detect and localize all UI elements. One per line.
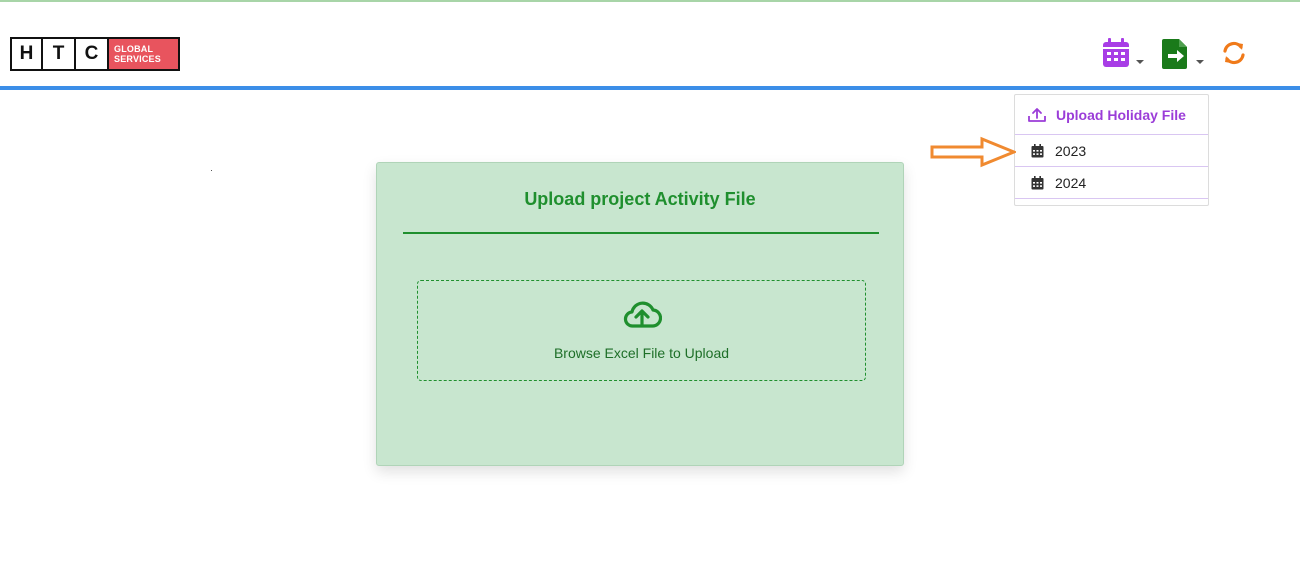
htc-logo[interactable]: H T C GLOBAL SERVICES (10, 37, 180, 71)
file-export-menu-button[interactable] (1160, 37, 1206, 69)
calendar-icon (1031, 175, 1044, 189)
file-export-icon (1162, 39, 1187, 69)
dropzone-label: Browse Excel File to Upload (553, 345, 730, 361)
navbar-rule (0, 86, 1300, 90)
chevron-down-icon (1196, 60, 1204, 64)
cloud-upload-icon (623, 301, 662, 328)
calendar-menu-button[interactable] (1100, 37, 1146, 69)
logo-brand-line2: SERVICES (114, 54, 161, 64)
holiday-year-item-2024[interactable]: 2024 (1015, 167, 1208, 199)
sync-icon (1223, 41, 1245, 65)
sync-button[interactable] (1220, 40, 1248, 66)
calendar-icon (1103, 38, 1129, 67)
logo-letter: T (43, 37, 76, 71)
card-title: Upload project Activity File (524, 189, 756, 209)
upload-holiday-file-label: Upload Holiday File (1056, 106, 1186, 123)
holiday-year-label: 2024 (1055, 174, 1087, 191)
holiday-dropdown-menu: Upload Holiday File 2023 2024 (1014, 94, 1209, 206)
arrow-right-icon (930, 136, 1016, 168)
logo-letter: C (76, 37, 109, 71)
logo-brand: GLOBAL SERVICES (109, 37, 180, 71)
logo-letter: H (10, 37, 43, 71)
calendar-icon (1031, 143, 1044, 157)
card-divider (403, 232, 879, 234)
holiday-year-item-2023[interactable]: 2023 (1015, 135, 1208, 167)
upload-holiday-file-item[interactable]: Upload Holiday File (1015, 95, 1208, 135)
upload-activity-card: Upload project Activity File Browse Exce… (376, 162, 904, 466)
holiday-year-label: 2023 (1055, 142, 1087, 159)
chevron-down-icon (1136, 60, 1144, 64)
stray-dot (211, 170, 212, 171)
excel-file-dropzone[interactable]: Browse Excel File to Upload (417, 280, 866, 381)
logo-brand-line1: GLOBAL (114, 44, 154, 54)
upload-icon (1028, 107, 1046, 122)
